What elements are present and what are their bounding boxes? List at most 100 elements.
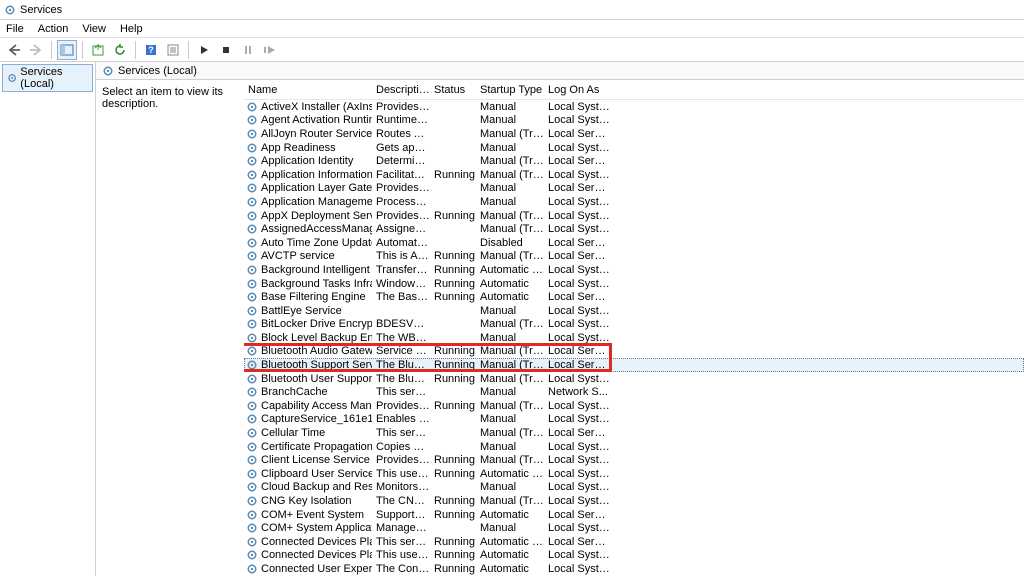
- service-status: Running: [430, 359, 476, 371]
- tree-item-services-local[interactable]: Services (Local): [2, 64, 93, 92]
- service-row[interactable]: Application IdentityDetermines ...Manual…: [244, 154, 1024, 168]
- service-row[interactable]: Background Intelligent Tran...Transfers …: [244, 263, 1024, 277]
- menu-help[interactable]: Help: [120, 23, 143, 35]
- service-name: Bluetooth Audio Gateway S...: [261, 345, 372, 357]
- service-row[interactable]: Bluetooth Support ServiceThe Bluetoo...R…: [244, 358, 1024, 372]
- nav-forward-button[interactable]: [26, 40, 46, 60]
- start-service-button[interactable]: [194, 40, 214, 60]
- pause-service-button[interactable]: [238, 40, 258, 60]
- show-hide-tree-button[interactable]: [57, 40, 77, 60]
- restart-service-button[interactable]: [260, 40, 280, 60]
- service-row[interactable]: Background Tasks Infrastruc...Windows in…: [244, 277, 1024, 291]
- service-logon: Local Syste...: [544, 522, 610, 534]
- nav-back-button[interactable]: [4, 40, 24, 60]
- service-name: AppX Deployment Service (...: [261, 210, 372, 222]
- service-row[interactable]: Agent Activation Runtime_...Runtime for.…: [244, 114, 1024, 128]
- service-logon: Local Service: [544, 345, 610, 357]
- console-tree[interactable]: Services (Local): [0, 62, 96, 576]
- window-titlebar: Services: [0, 0, 1024, 20]
- service-row[interactable]: Connected User Experience...The Connec..…: [244, 562, 1024, 576]
- gear-icon: [7, 72, 17, 84]
- service-row[interactable]: Application Layer Gateway ...Provides su…: [244, 182, 1024, 196]
- service-status: Running: [430, 264, 476, 276]
- menu-action[interactable]: Action: [38, 23, 69, 35]
- service-name: Cellular Time: [261, 427, 325, 439]
- service-status: Running: [430, 210, 476, 222]
- details-header: Services (Local): [96, 62, 1024, 80]
- service-row[interactable]: Clipboard User Service_161e...This user …: [244, 467, 1024, 481]
- column-headers[interactable]: Name Description Status Startup Type Log…: [244, 80, 1024, 100]
- service-startup: Manual: [476, 413, 544, 425]
- service-description: Gets apps re...: [372, 142, 430, 154]
- service-logon: Local Syste...: [544, 223, 610, 235]
- stop-service-button[interactable]: [216, 40, 236, 60]
- refresh-button[interactable]: [110, 40, 130, 60]
- service-logon: Local Syste...: [544, 196, 610, 208]
- service-row[interactable]: CNG Key IsolationThe CNG ke...RunningMan…: [244, 494, 1024, 508]
- service-row[interactable]: Connected Devices Platfor...This user se…: [244, 549, 1024, 563]
- service-row[interactable]: Certificate PropagationCopies user ...Ma…: [244, 440, 1024, 454]
- service-row[interactable]: AllJoyn Router ServiceRoutes AllJo...Man…: [244, 127, 1024, 141]
- service-row[interactable]: Client License Service (ClipS...Provides…: [244, 453, 1024, 467]
- service-startup: Manual (Trig...: [476, 495, 544, 507]
- service-logon: Local Syste...: [544, 264, 610, 276]
- service-name: Connected User Experience...: [261, 563, 372, 575]
- service-startup: Manual: [476, 142, 544, 154]
- service-row[interactable]: COM+ Event SystemSupports Sy...RunningAu…: [244, 508, 1024, 522]
- col-startup[interactable]: Startup Type: [476, 84, 544, 96]
- service-startup: Manual (Trig...: [476, 345, 544, 357]
- service-row[interactable]: Bluetooth User Support Ser...The Bluetoo…: [244, 372, 1024, 386]
- services-app-icon: [4, 4, 16, 16]
- service-row[interactable]: Connected Devices Platfor...This service…: [244, 535, 1024, 549]
- service-status: Running: [430, 278, 476, 290]
- service-row[interactable]: ActiveX Installer (AxInstSV)Provides Us.…: [244, 100, 1024, 114]
- menu-view[interactable]: View: [82, 23, 106, 35]
- col-logon[interactable]: Log On As: [544, 84, 610, 96]
- service-startup: Manual (Trig...: [476, 223, 544, 235]
- service-row[interactable]: AssignedAccessManager Se...AssignedAc...…: [244, 222, 1024, 236]
- services-list[interactable]: Name Description Status Startup Type Log…: [244, 80, 1024, 576]
- service-startup: Automatic (...: [476, 264, 544, 276]
- service-row[interactable]: COM+ System ApplicationManages th...Manu…: [244, 521, 1024, 535]
- properties-button[interactable]: [163, 40, 183, 60]
- col-name[interactable]: Name: [244, 84, 372, 96]
- svg-text:?: ?: [148, 45, 154, 55]
- menu-file[interactable]: File: [6, 23, 24, 35]
- service-row[interactable]: CaptureService_161e1cEnables opti...Manu…: [244, 413, 1024, 427]
- service-row[interactable]: AVCTP serviceThis is Audi...RunningManua…: [244, 250, 1024, 264]
- service-startup: Automatic: [476, 563, 544, 575]
- service-row[interactable]: Bluetooth Audio Gateway S...Service sup.…: [244, 345, 1024, 359]
- service-startup: Manual (Trig...: [476, 373, 544, 385]
- service-name: Bluetooth User Support Ser...: [261, 373, 372, 385]
- service-row[interactable]: Cellular TimeThis service ...Manual (Tri…: [244, 426, 1024, 440]
- service-name: Application Management: [261, 196, 372, 208]
- service-row[interactable]: Block Level Backup Engine ...The WBENG..…: [244, 331, 1024, 345]
- col-description[interactable]: Description: [372, 84, 430, 96]
- service-row[interactable]: BattlEye ServiceManualLocal Syste...: [244, 304, 1024, 318]
- service-row[interactable]: BitLocker Drive Encryption ...BDESVC hos…: [244, 318, 1024, 332]
- service-row[interactable]: Application InformationFacilitates t...R…: [244, 168, 1024, 182]
- service-name: Connected Devices Platfor...: [261, 536, 372, 548]
- service-row[interactable]: Auto Time Zone UpdaterAutomatica...Disab…: [244, 236, 1024, 250]
- description-pane: Select an item to view its description.: [96, 80, 244, 576]
- service-row[interactable]: AppX Deployment Service (...Provides inf…: [244, 209, 1024, 223]
- service-row[interactable]: BranchCacheThis service ...ManualNetwork…: [244, 385, 1024, 399]
- service-startup: Manual (Trig...: [476, 169, 544, 181]
- service-row[interactable]: App ReadinessGets apps re...ManualLocal …: [244, 141, 1024, 155]
- service-row[interactable]: Cloud Backup and Restore ...Monitors th.…: [244, 481, 1024, 495]
- service-logon: Local Service: [544, 291, 610, 303]
- service-description: Supports Sy...: [372, 509, 430, 521]
- service-status: Running: [430, 345, 476, 357]
- service-name: COM+ System Application: [261, 522, 372, 534]
- service-startup: Automatic: [476, 549, 544, 561]
- help-button[interactable]: ?: [141, 40, 161, 60]
- service-startup: Manual (Trig...: [476, 128, 544, 140]
- details-header-title: Services (Local): [118, 65, 197, 77]
- service-logon: Local Syste...: [544, 400, 610, 412]
- service-row[interactable]: Base Filtering EngineThe Base Fil...Runn…: [244, 290, 1024, 304]
- col-status[interactable]: Status: [430, 84, 476, 96]
- tree-item-label: Services (Local): [20, 66, 88, 90]
- service-row[interactable]: Capability Access Manager ...Provides fa…: [244, 399, 1024, 413]
- service-row[interactable]: Application ManagementProcesses in...Man…: [244, 195, 1024, 209]
- export-button[interactable]: [88, 40, 108, 60]
